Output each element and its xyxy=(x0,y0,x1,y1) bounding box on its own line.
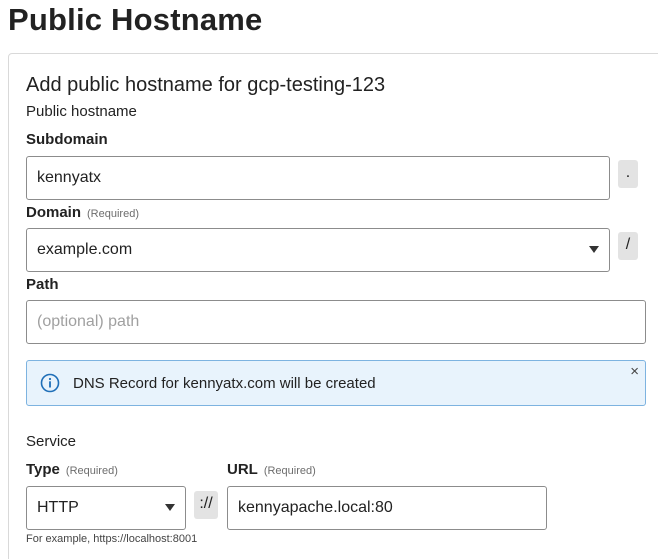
type-label: Type (Required) xyxy=(26,460,118,481)
info-circle-icon xyxy=(40,373,60,393)
page: Public Hostname Add public hostname for … xyxy=(0,0,658,559)
caret-down-icon xyxy=(165,504,175,511)
url-input[interactable]: kennyapache.local:80 xyxy=(227,486,547,530)
close-icon[interactable]: × xyxy=(630,363,639,381)
domain-select-value: example.com xyxy=(37,241,133,258)
path-label-text: Path xyxy=(26,276,59,293)
page-title: Public Hostname xyxy=(8,2,263,37)
url-label: URL (Required) xyxy=(227,460,316,481)
path-label: Path xyxy=(26,275,59,295)
add-hostname-card: Add public hostname for gcp-testing-123 … xyxy=(8,53,658,559)
domain-select[interactable]: example.com xyxy=(26,228,610,272)
card-title: Add public hostname for gcp-testing-123 xyxy=(26,74,386,96)
subdomain-label-text: Subdomain xyxy=(26,131,108,148)
caret-down-icon xyxy=(589,246,599,253)
url-label-text: URL xyxy=(227,461,258,478)
dns-record-alert: DNS Record for kennyatx.com will be crea… xyxy=(26,360,646,406)
path-input[interactable]: (optional) path xyxy=(26,300,646,344)
public-hostname-section-label: Public hostname xyxy=(26,103,137,120)
url-required-tag: (Required) xyxy=(263,465,316,477)
subdomain-dot-separator: . xyxy=(618,160,638,188)
type-select[interactable]: HTTP xyxy=(26,486,186,530)
domain-label: Domain (Required) xyxy=(26,203,139,224)
url-example-hint: For example, https://localhost:8001 xyxy=(26,533,198,545)
scheme-separator: :// xyxy=(194,491,218,519)
subdomain-label: Subdomain xyxy=(26,130,108,150)
service-section-label: Service xyxy=(26,433,77,450)
subdomain-input[interactable]: kennyatx xyxy=(26,156,610,200)
domain-label-text: Domain xyxy=(26,204,82,221)
type-label-text: Type xyxy=(26,461,60,478)
type-select-value: HTTP xyxy=(37,499,79,516)
domain-required-tag: (Required) xyxy=(87,208,139,220)
alert-message: DNS Record for kennyatx.com will be crea… xyxy=(73,375,376,392)
domain-slash-separator: / xyxy=(618,232,638,260)
type-required-tag: (Required) xyxy=(65,465,118,477)
